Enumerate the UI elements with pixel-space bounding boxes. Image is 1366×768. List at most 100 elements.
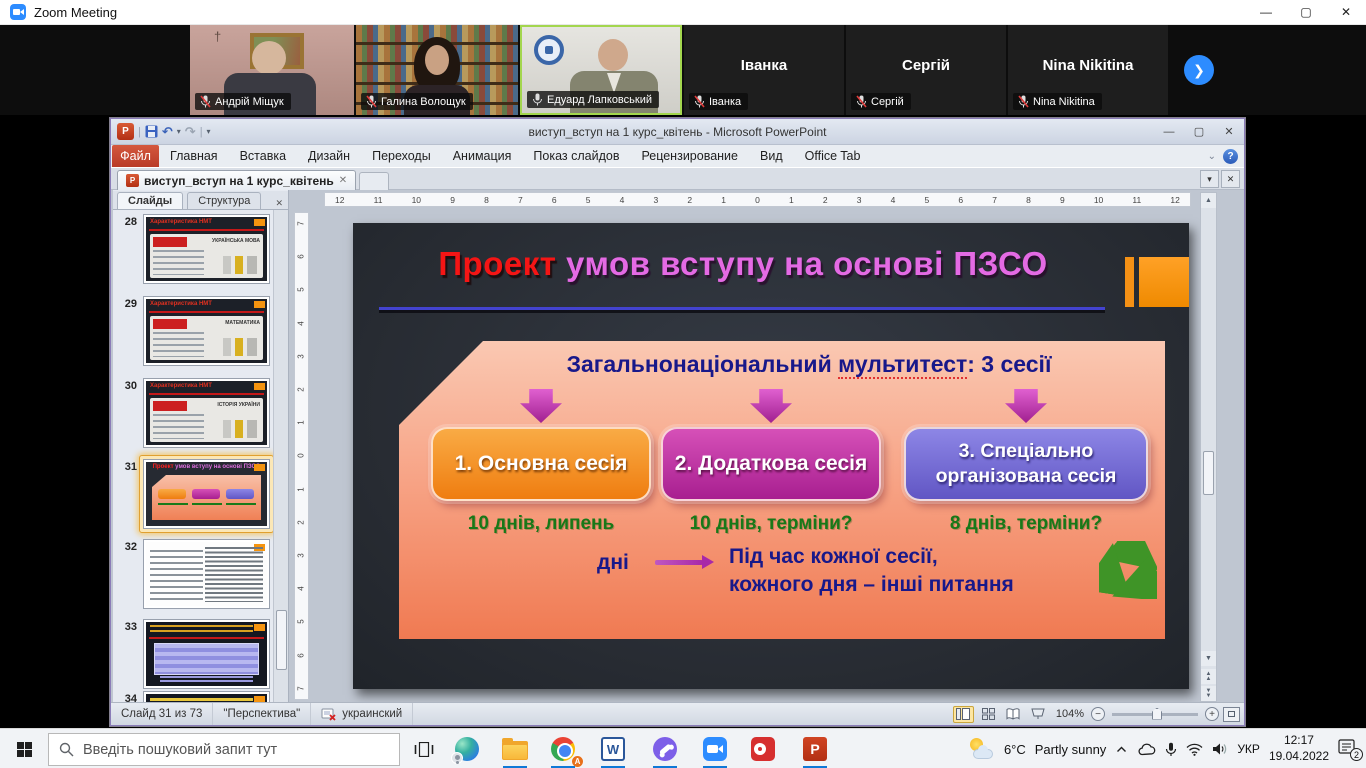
new-document-tab-stub[interactable] (359, 172, 389, 190)
hidden-icons-chevron[interactable] (1115, 744, 1128, 755)
taskbar-app-chrome[interactable]: A (540, 729, 586, 768)
video-tile-andrii[interactable]: † Андрій Міщук (190, 25, 354, 115)
speaker-icon[interactable] (1212, 742, 1228, 756)
slideshow-view-button[interactable] (1028, 706, 1049, 723)
tab-animations[interactable]: Анимация (442, 145, 523, 167)
mic-muted-icon (1018, 95, 1029, 108)
theme-name[interactable]: "Перспектива" (213, 703, 311, 725)
taskbar-app-viber[interactable] (642, 729, 688, 768)
tab-design[interactable]: Дизайн (297, 145, 361, 167)
clock[interactable]: 12:17 19.04.2022 (1269, 733, 1329, 764)
scroll-up-button[interactable]: ▲ (1201, 193, 1216, 208)
zoom-maximize-button[interactable]: ▢ (1286, 0, 1326, 24)
tab-transitions[interactable]: Переходы (361, 145, 442, 167)
slide-sorter-view-button[interactable] (978, 706, 999, 723)
powerpoint-taskbar-icon: P (803, 737, 827, 761)
tab-home[interactable]: Главная (159, 145, 229, 167)
tab-outline[interactable]: Структура (187, 192, 261, 209)
scrollbar-thumb[interactable] (1203, 451, 1214, 495)
orange-accent-block (1139, 257, 1189, 307)
start-button[interactable] (0, 729, 48, 768)
document-tab-close-icon[interactable]: ✕ (339, 175, 347, 186)
next-participants-page-button[interactable]: ❯ (1184, 55, 1214, 85)
slide-scrollbar[interactable]: ▲ ▼ ▲▲ ▼▼ (1200, 192, 1217, 702)
down-arrow-icon (1005, 389, 1047, 423)
thumbnails-scrollbar-thumb[interactable] (276, 610, 287, 670)
zoom-slider-thumb[interactable] (1152, 708, 1162, 720)
participant-name-badge: Nina Nikitina (1013, 93, 1102, 110)
language-indicator[interactable]: УКР (1237, 742, 1260, 756)
audio-tile-ivanka[interactable]: Іванка Іванка (684, 25, 844, 115)
customize-qat-icon[interactable]: ▾ (207, 127, 211, 136)
undo-button[interactable]: ↶ (162, 125, 173, 138)
tab-bar-close-button[interactable]: ✕ (1221, 170, 1240, 188)
spellcheck-icon (321, 707, 337, 721)
video-tile-eduard-active-speaker[interactable]: Едуард Лапковський (520, 25, 682, 115)
redo-button[interactable]: ↷ (185, 125, 196, 138)
content-panel[interactable]: Загальнонаціональний мультитест: 3 сесії… (399, 341, 1165, 639)
tab-slideshow[interactable]: Показ слайдов (522, 145, 630, 167)
microphone-icon[interactable] (1165, 742, 1177, 757)
session-duration-3: 8 днів, терміни? (904, 513, 1148, 535)
slide-canvas[interactable]: Проект умов вступу на основі ПЗСО Загаль… (353, 223, 1189, 689)
taskbar-app-word[interactable]: W (590, 729, 636, 768)
title-underline (379, 307, 1105, 310)
red-reader-icon (751, 737, 775, 761)
reading-view-button[interactable] (1003, 706, 1024, 723)
session-box-1[interactable]: 1. Основна сесія (431, 427, 651, 501)
session-box-2[interactable]: 2. Додаткова сесія (661, 427, 881, 501)
help-icon[interactable]: ? (1223, 149, 1238, 164)
search-input[interactable] (83, 742, 389, 758)
zoom-level[interactable]: 104% (1056, 708, 1084, 720)
zoom-out-button[interactable]: − (1091, 707, 1105, 721)
ppt-maximize-button[interactable]: ▢ (1184, 119, 1214, 144)
tab-list-dropdown-button[interactable]: ▾ (1200, 170, 1219, 188)
wifi-icon[interactable] (1186, 743, 1203, 756)
notification-center-button[interactable]: 2 (1338, 739, 1360, 759)
zoom-close-button[interactable]: ✕ (1326, 0, 1366, 24)
taskbar-app-edge[interactable] (444, 729, 490, 768)
video-tile-halyna[interactable]: Галина Волощук (356, 25, 518, 115)
tab-review[interactable]: Рецензирование (630, 145, 749, 167)
spellcheck-status[interactable]: украинский (311, 703, 413, 725)
scroll-down-button[interactable]: ▼ (1201, 651, 1216, 666)
taskbar-app-powerpoint[interactable]: P (792, 729, 838, 768)
file-explorer-icon (502, 741, 528, 760)
previous-slide-button[interactable]: ▲▲ (1201, 669, 1216, 684)
thumbnails-scrollbar[interactable] (273, 210, 288, 702)
tab-file[interactable]: Файл (112, 145, 159, 167)
task-view-button[interactable] (404, 729, 444, 768)
session-box-3[interactable]: 3. Спеціально організована сесія (904, 427, 1148, 501)
zoom-slider[interactable] (1112, 713, 1198, 716)
tab-view[interactable]: Вид (749, 145, 794, 167)
fit-to-window-button[interactable] (1223, 707, 1240, 722)
taskbar-app-red-reader[interactable] (740, 729, 786, 768)
weather-icon[interactable] (969, 738, 995, 760)
ppt-close-button[interactable]: ✕ (1214, 119, 1244, 144)
document-tab-active[interactable]: P виступ_вступ на 1 курс_квітень ✕ (117, 170, 356, 190)
slide-title[interactable]: Проект умов вступу на основі ПЗСО (373, 245, 1113, 283)
taskbar-app-file-explorer[interactable] (492, 729, 538, 768)
next-slide-button[interactable]: ▼▼ (1201, 686, 1216, 701)
ribbon-collapse-icon[interactable]: ⌄ (1208, 151, 1216, 162)
undo-dropdown-icon[interactable]: ▾ (177, 127, 181, 136)
weather-desc[interactable]: Partly sunny (1035, 742, 1107, 757)
normal-view-button[interactable] (953, 706, 974, 723)
zoom-minimize-button[interactable]: — (1246, 0, 1286, 24)
zoom-in-button[interactable]: + (1205, 707, 1219, 721)
audio-tile-serhii[interactable]: Сергій Сергій (846, 25, 1006, 115)
tab-office-tab[interactable]: Office Tab (794, 145, 872, 167)
audio-tile-nina[interactable]: Nina Nikitina Nina Nikitina (1008, 25, 1168, 115)
taskbar-app-zoom[interactable] (692, 729, 738, 768)
weather-temp[interactable]: 6°C (1004, 742, 1026, 757)
save-icon[interactable] (145, 125, 158, 138)
panel-close-icon[interactable]: ✕ (275, 198, 283, 209)
taskbar-search[interactable] (48, 733, 400, 766)
onedrive-icon[interactable] (1137, 743, 1156, 756)
mic-icon (532, 93, 543, 106)
tab-insert[interactable]: Вставка (229, 145, 297, 167)
ppt-minimize-button[interactable]: — (1154, 119, 1184, 144)
edge-icon (455, 737, 479, 761)
tab-slides[interactable]: Слайды (117, 192, 183, 209)
tray-time: 12:17 (1269, 733, 1329, 749)
